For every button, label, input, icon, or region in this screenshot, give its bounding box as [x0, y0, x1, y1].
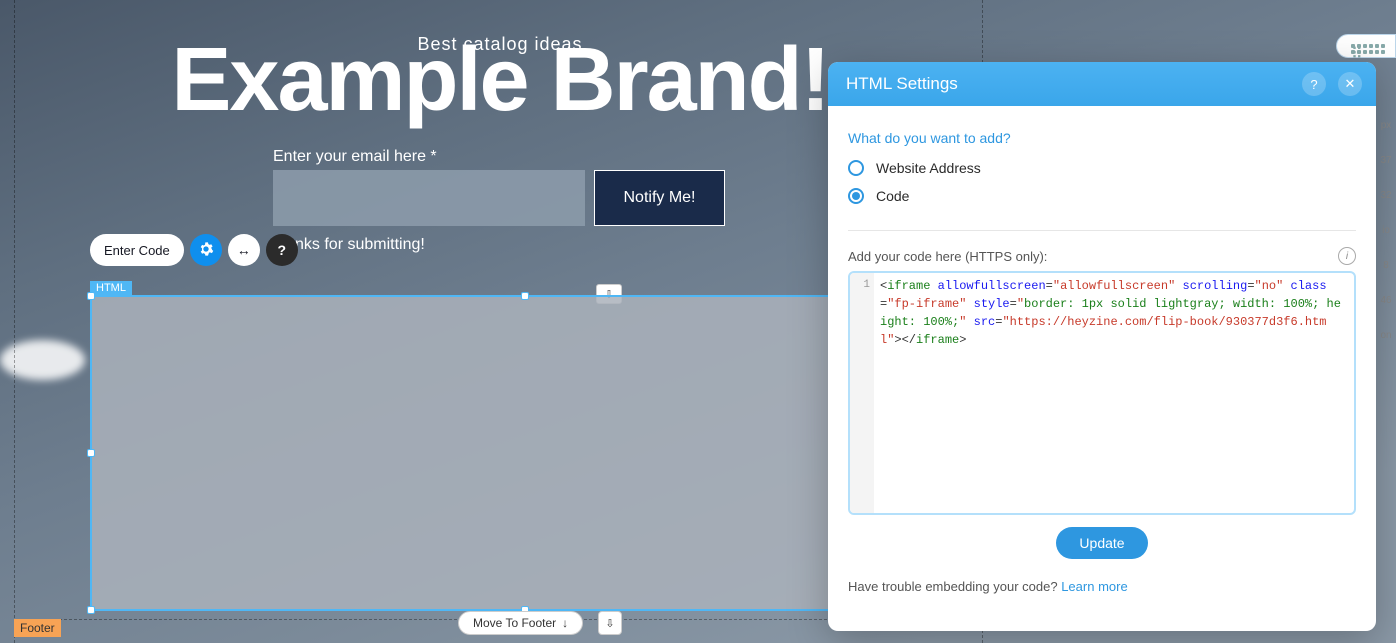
radio-icon-selected — [848, 188, 864, 204]
notify-button[interactable]: Notify Me! — [594, 170, 725, 226]
rail-text: on — [1380, 330, 1391, 341]
arrow-down-icon: ↓ — [562, 616, 568, 630]
code-content[interactable]: <iframe allowfullscreen="allowfullscreen… — [874, 273, 1354, 513]
email-input[interactable] — [273, 170, 585, 226]
enter-code-button[interactable]: Enter Code — [90, 234, 184, 266]
code-tag: iframe — [887, 279, 930, 293]
resize-handle-bl[interactable] — [87, 606, 95, 614]
code-val: no — [1262, 279, 1276, 293]
line-gutter: 1 — [850, 273, 874, 513]
download-icon: ⇩ — [605, 617, 614, 630]
anchor-bottom-button[interactable]: ⇩ — [598, 611, 622, 635]
move-to-footer-button[interactable]: Move To Footer ↓ — [458, 611, 583, 635]
radio-label: Code — [876, 188, 909, 204]
move-to-footer-label: Move To Footer — [473, 616, 556, 630]
settings-gear-button[interactable] — [190, 234, 222, 266]
question-icon: ? — [1310, 77, 1317, 92]
rail-text: 32 — [1380, 190, 1391, 201]
rail-text: 37 — [1380, 155, 1391, 166]
panel-help-button[interactable]: ? — [1302, 72, 1326, 96]
grid-dots-icon — [1369, 44, 1373, 48]
resize-handle-tm[interactable] — [521, 292, 529, 300]
rail-text: io — [1382, 225, 1390, 236]
resize-handle-tl[interactable] — [87, 292, 95, 300]
rail-text: 8 — [1383, 260, 1389, 271]
code-tag: iframe — [916, 333, 959, 347]
rail-text: 46 — [1380, 295, 1391, 306]
top-right-dock[interactable]: ⠿ — [1336, 34, 1396, 58]
gear-icon — [198, 241, 214, 260]
radio-website-address[interactable]: Website Address — [848, 160, 1356, 176]
panel-question: What do you want to add? — [848, 130, 1356, 146]
thanks-message: nks for submitting! — [295, 236, 425, 254]
code-attr: style — [974, 297, 1010, 311]
stretch-button[interactable]: ↔ — [228, 234, 260, 266]
divider — [848, 230, 1356, 231]
add-code-row: Add your code here (HTTPS only): i — [848, 247, 1356, 265]
help-button[interactable]: ? — [266, 234, 298, 266]
code-val: allowfullscreen — [1060, 279, 1168, 293]
code-attr: class — [1291, 279, 1327, 293]
code-val: fp-iframe — [894, 297, 959, 311]
code-attr: allowfullscreen — [938, 279, 1046, 293]
element-toolbar: Enter Code ↔ ? — [90, 234, 298, 266]
email-field-label: Enter your email here * — [273, 148, 437, 166]
resize-handle-ml[interactable] — [87, 449, 95, 457]
stretch-icon: ↔ — [237, 242, 251, 258]
add-code-label: Add your code here (HTTPS only): — [848, 249, 1047, 264]
question-icon: ? — [277, 242, 286, 258]
trouble-label: Have trouble embedding your code? — [848, 579, 1061, 594]
html-settings-panel: HTML Settings ? ✕ What do you want to ad… — [828, 62, 1376, 631]
panel-header: HTML Settings ? ✕ — [828, 62, 1376, 106]
radio-code[interactable]: Code — [848, 188, 1356, 204]
radio-label: Website Address — [876, 160, 981, 176]
update-button[interactable]: Update — [1056, 527, 1148, 559]
radio-dot-icon — [852, 192, 860, 200]
close-icon: ✕ — [1345, 76, 1356, 92]
code-attr: src — [974, 315, 996, 329]
cloud-decoration — [0, 340, 85, 380]
grip-icon: ⠿ — [1351, 44, 1355, 48]
panel-body: What do you want to add? Website Address… — [828, 106, 1376, 631]
html-element-badge: HTML — [90, 281, 132, 295]
info-button[interactable]: i — [1338, 247, 1356, 265]
footer-section-tag: Footer — [14, 619, 61, 637]
code-editor[interactable]: 1 <iframe allowfullscreen="allowfullscre… — [848, 271, 1356, 515]
info-icon: i — [1346, 251, 1348, 262]
panel-close-button[interactable]: ✕ — [1338, 72, 1362, 96]
learn-more-link[interactable]: Learn more — [1061, 579, 1127, 594]
radio-icon — [848, 160, 864, 176]
panel-title: HTML Settings — [846, 74, 958, 94]
trouble-text: Have trouble embedding your code? Learn … — [848, 579, 1356, 594]
right-rail: px 37 32 io 8 46 on — [1376, 90, 1396, 643]
code-attr: scrolling — [1183, 279, 1248, 293]
rail-text: px — [1381, 120, 1392, 131]
